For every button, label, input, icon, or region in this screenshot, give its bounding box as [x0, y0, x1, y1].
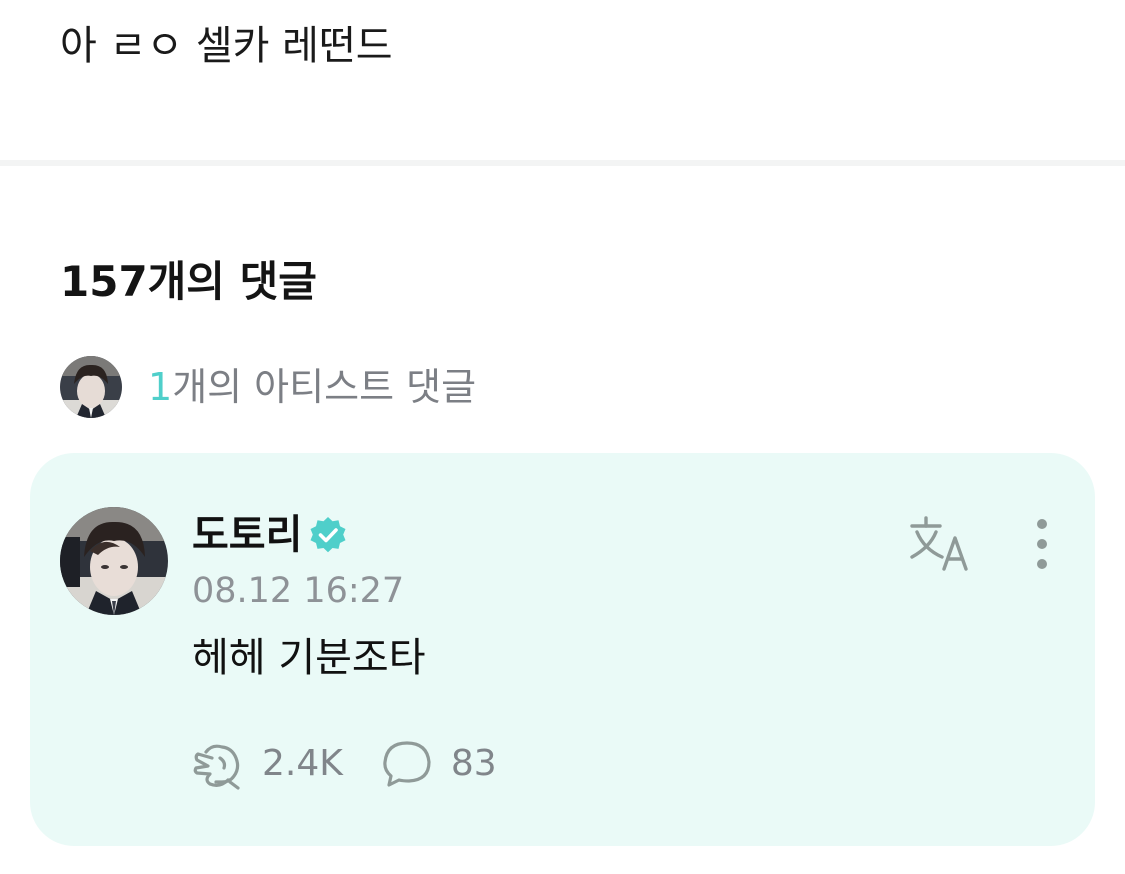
post-text: 아 ㄹㅇ 셀카 레떤드	[60, 23, 393, 69]
artist-comments-label: 1개의 아티스트 댓글	[148, 363, 476, 411]
speech-bubble-icon[interactable]	[379, 738, 435, 790]
comment-body: 헤헤 기분조타	[192, 635, 426, 681]
reply-count: 83	[450, 743, 497, 784]
section-divider	[0, 160, 1125, 166]
verified-badge-icon	[310, 517, 346, 553]
artist-comment-card: 도토리 08.12 16:27 헤헤 기분조타 2.4K 83	[30, 453, 1095, 846]
comment-author-name[interactable]: 도토리	[192, 510, 302, 560]
artist-comments-suffix: 개의 아티스트 댓글	[172, 365, 477, 409]
more-vertical-icon	[1037, 519, 1047, 569]
clapping-hands-icon[interactable]	[190, 738, 246, 790]
comment-stats: 2.4K 83	[190, 738, 497, 790]
like-count: 2.4K	[262, 743, 343, 784]
artist-avatar	[60, 356, 122, 418]
artist-comments-count: 1	[148, 365, 173, 409]
comments-count-heading: 157개의 댓글	[60, 257, 317, 306]
translate-icon	[910, 516, 968, 571]
comment-timestamp: 08.12 16:27	[192, 571, 405, 611]
more-options-button[interactable]	[1026, 517, 1058, 573]
artist-comments-link[interactable]: 1개의 아티스트 댓글	[60, 356, 476, 418]
translate-button[interactable]	[908, 513, 974, 573]
comment-author-row: 도토리	[192, 509, 348, 561]
comment-author-avatar[interactable]	[60, 507, 168, 615]
